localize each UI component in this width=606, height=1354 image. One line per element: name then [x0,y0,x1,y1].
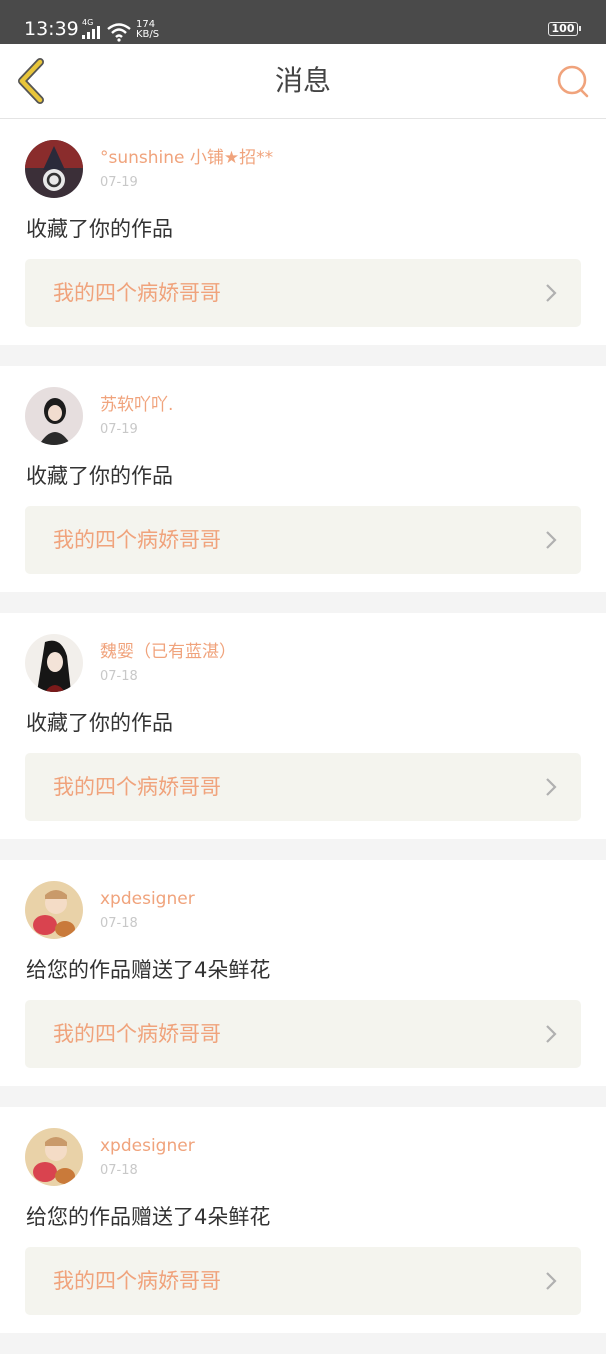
message-text: 给您的作品赠送了4朵鲜花 [26,958,271,982]
message-item: °sunshine 小铺★招** 07-19 收藏了你的作品 我的四个病娇哥哥 [0,119,606,345]
speed-unit: KB/S [136,29,160,40]
chevron-right-icon [546,531,557,549]
signal-icon [82,26,100,39]
avatar[interactable] [25,881,83,939]
chevron-right-icon [546,1272,557,1290]
avatar[interactable] [25,1128,83,1186]
user-name[interactable]: xpdesigner [100,888,195,910]
page-title: 消息 [274,64,331,97]
wifi-icon [107,23,131,42]
chevron-right-icon [546,778,557,796]
avatar[interactable] [25,634,83,692]
message-text: 收藏了你的作品 [26,464,173,488]
message-item: xpdesigner 07-18 给您的作品赠送了4朵鲜花 我的四个病娇哥哥 [0,860,606,1086]
message-date: 07-18 [100,669,138,684]
battery-icon: 100 [548,22,581,36]
status-time: 13:39 [24,18,79,40]
chevron-right-icon [546,284,557,302]
message-date: 07-18 [100,1163,138,1178]
user-name[interactable]: xpdesigner [100,1135,195,1157]
avatar[interactable] [25,387,83,445]
header: 消息 [0,44,606,119]
work-link[interactable]: 我的四个病娇哥哥 [25,259,581,327]
message-text: 收藏了你的作品 [26,711,173,735]
battery-level: 100 [551,22,575,35]
work-title: 我的四个病娇哥哥 [53,1022,221,1046]
message-text: 给您的作品赠送了4朵鲜花 [26,1205,271,1229]
message-date: 07-19 [100,175,138,190]
status-bar: 13:39 4G 174 KB/S 100 [0,0,606,44]
network-speed: 174 KB/S [136,20,159,40]
message-item: 苏软吖吖. 07-19 收藏了你的作品 我的四个病娇哥哥 [0,366,606,592]
user-name[interactable]: 魏婴（已有蓝湛） [100,641,236,663]
search-icon [557,65,589,98]
message-date: 07-18 [100,916,138,931]
work-link[interactable]: 我的四个病娇哥哥 [25,1247,581,1315]
chevron-right-icon [546,1025,557,1043]
message-item: 魏婴（已有蓝湛） 07-18 收藏了你的作品 我的四个病娇哥哥 [0,613,606,839]
work-link[interactable]: 我的四个病娇哥哥 [25,506,581,574]
user-name[interactable]: 苏软吖吖. [100,394,173,416]
message-text: 收藏了你的作品 [26,217,173,241]
message-date: 07-19 [100,422,138,437]
user-name[interactable]: °sunshine 小铺★招** [100,147,273,169]
work-title: 我的四个病娇哥哥 [53,528,221,552]
work-link[interactable]: 我的四个病娇哥哥 [25,1000,581,1068]
message-item: xpdesigner 07-18 给您的作品赠送了4朵鲜花 我的四个病娇哥哥 [0,1107,606,1333]
message-list: °sunshine 小铺★招** 07-19 收藏了你的作品 我的四个病娇哥哥 … [0,119,606,1354]
search-button[interactable] [554,62,592,100]
work-link[interactable]: 我的四个病娇哥哥 [25,753,581,821]
avatar[interactable] [25,140,83,198]
work-title: 我的四个病娇哥哥 [53,281,221,305]
work-title: 我的四个病娇哥哥 [53,775,221,799]
work-title: 我的四个病娇哥哥 [53,1269,221,1293]
